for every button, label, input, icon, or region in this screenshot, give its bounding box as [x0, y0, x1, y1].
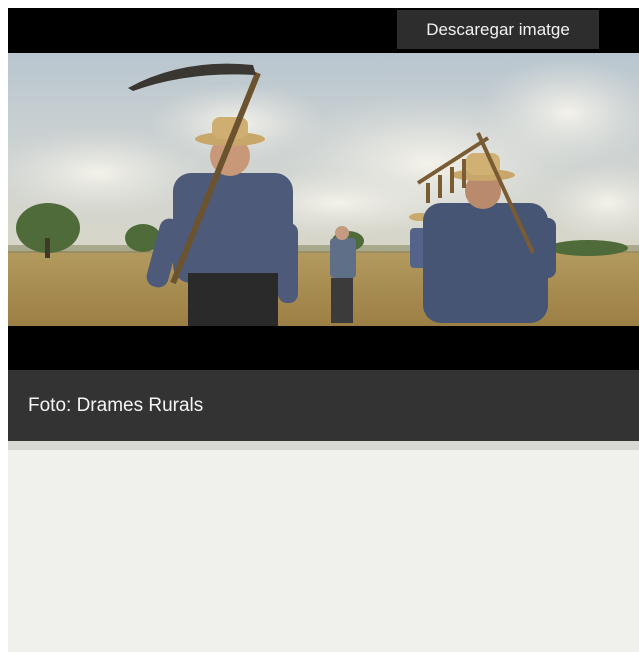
photo-frame: Descaregar imatge — [8, 8, 639, 370]
photo — [8, 53, 639, 326]
photo-image — [8, 53, 639, 326]
empty-panel — [8, 450, 639, 652]
download-image-button[interactable]: Descaregar imatge — [397, 10, 599, 49]
photo-credit: Foto: Drames Rurals — [28, 395, 204, 416]
divider — [8, 441, 639, 450]
image-viewer: Descaregar imatge Foto: Drames Rurals — [8, 8, 639, 652]
caption-bar: Foto: Drames Rurals — [8, 370, 639, 441]
